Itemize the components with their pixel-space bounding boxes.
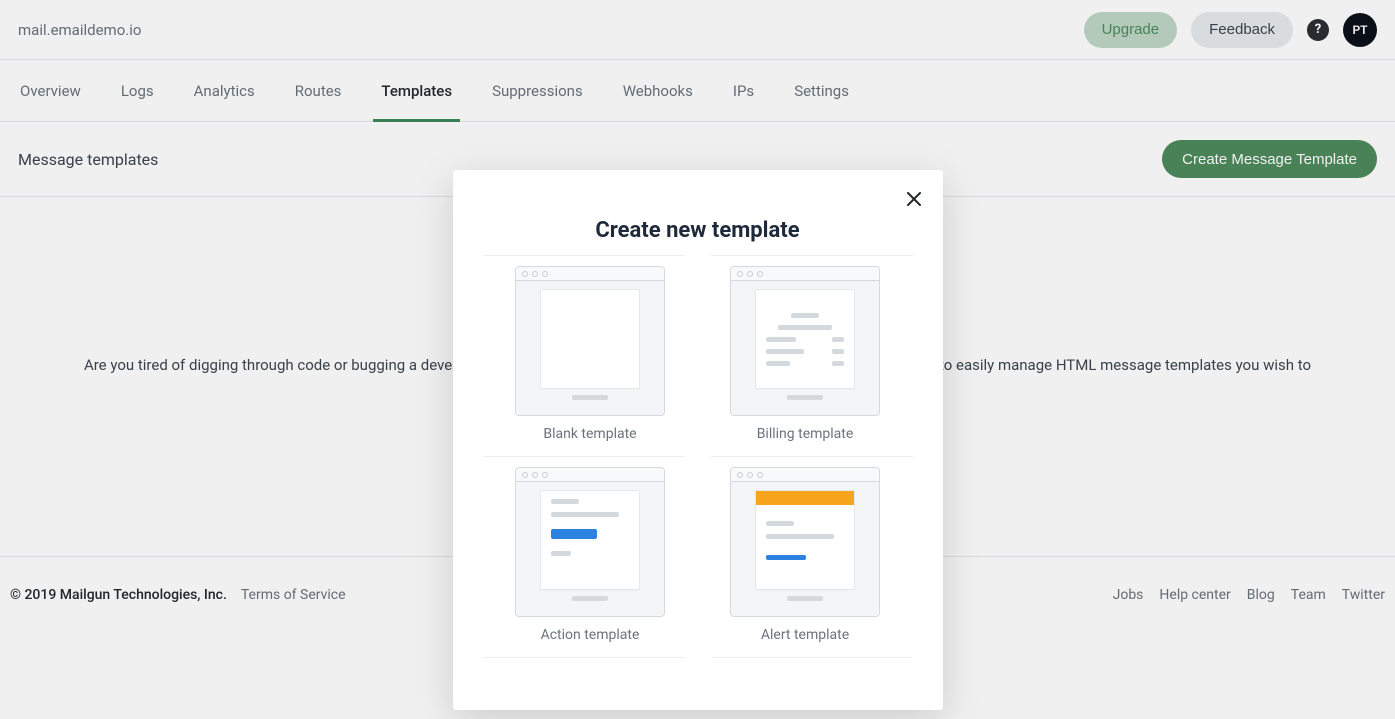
footer-link-help[interactable]: Help center [1159, 587, 1230, 603]
tab-suppressions[interactable]: Suppressions [492, 60, 583, 121]
template-option-blank[interactable]: Blank template [483, 256, 698, 456]
modal-title: Create new template [483, 218, 913, 243]
template-preview-alert [730, 467, 880, 617]
create-template-button[interactable]: Create Message Template [1162, 140, 1377, 178]
tab-webhooks[interactable]: Webhooks [623, 60, 693, 121]
template-preview-blank [515, 266, 665, 416]
help-icon[interactable]: ? [1307, 19, 1329, 41]
template-preview-action [515, 467, 665, 617]
tab-logs[interactable]: Logs [121, 60, 154, 121]
header-actions: Upgrade Feedback ? PT [1084, 12, 1377, 48]
template-option-action[interactable]: Action template [483, 457, 698, 657]
feedback-button[interactable]: Feedback [1191, 12, 1293, 48]
section-title: Message templates [18, 150, 158, 169]
footer-link-jobs[interactable]: Jobs [1113, 587, 1144, 603]
footer-link-twitter[interactable]: Twitter [1342, 587, 1385, 603]
tab-routes[interactable]: Routes [295, 60, 342, 121]
app-header: mail.emaildemo.io Upgrade Feedback ? PT [0, 0, 1395, 60]
avatar[interactable]: PT [1343, 13, 1377, 47]
footer-terms-link[interactable]: Terms of Service [241, 587, 346, 603]
tab-overview[interactable]: Overview [20, 60, 81, 121]
footer-copyright: © 2019 Mailgun Technologies, Inc. [10, 587, 227, 603]
create-template-modal: Create new template Blank template [453, 170, 943, 710]
footer-link-blog[interactable]: Blog [1247, 587, 1275, 603]
footer-link-team[interactable]: Team [1291, 587, 1326, 603]
tab-analytics[interactable]: Analytics [194, 60, 255, 121]
tab-ips[interactable]: IPs [733, 60, 754, 121]
main-tabs: Overview Logs Analytics Routes Templates… [0, 60, 1395, 122]
tab-settings[interactable]: Settings [794, 60, 849, 121]
template-name-blank: Blank template [483, 426, 698, 442]
domain-label: mail.emaildemo.io [18, 21, 141, 39]
template-name-alert: Alert template [698, 627, 913, 643]
template-option-billing[interactable]: Billing template [698, 256, 913, 456]
template-name-action: Action template [483, 627, 698, 643]
tab-templates[interactable]: Templates [381, 60, 452, 121]
upgrade-button[interactable]: Upgrade [1084, 12, 1178, 48]
template-option-alert[interactable]: Alert template [698, 457, 913, 657]
template-name-billing: Billing template [698, 426, 913, 442]
template-preview-billing [730, 266, 880, 416]
close-icon[interactable] [903, 188, 925, 210]
